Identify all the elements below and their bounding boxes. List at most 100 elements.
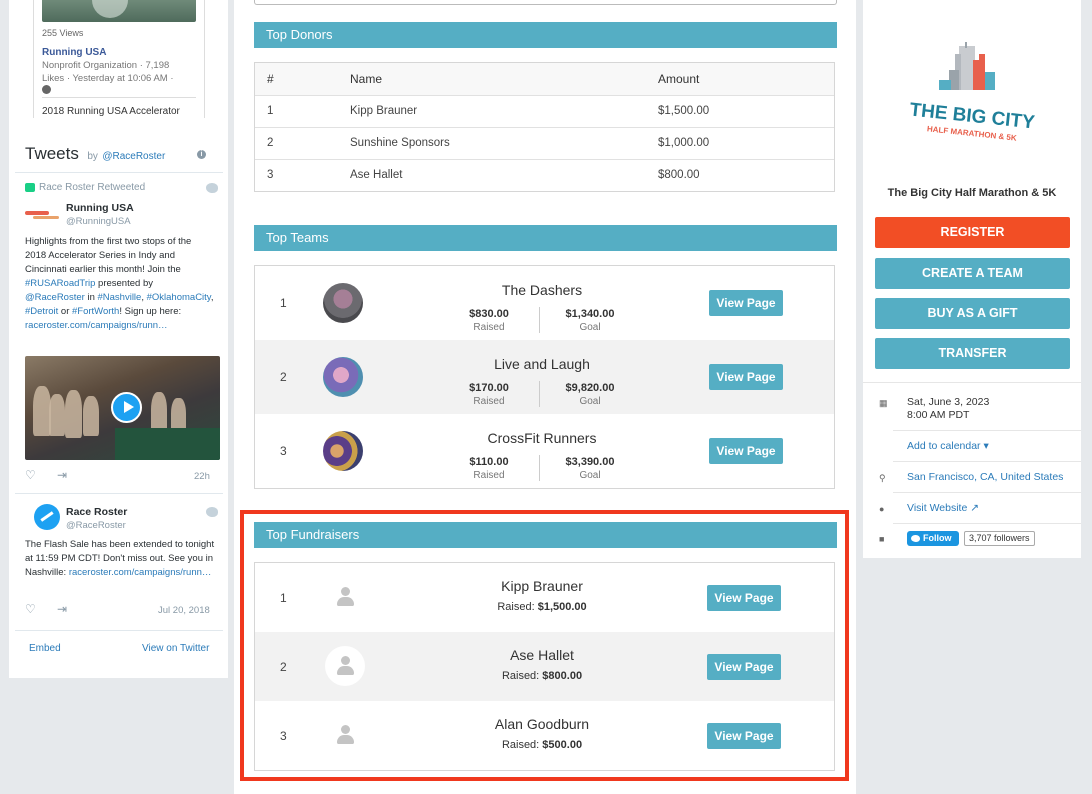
team-avatar[interactable] [323, 357, 363, 397]
team-rank: 3 [280, 444, 287, 458]
facebook-post-image[interactable] [42, 0, 196, 22]
share-icon[interactable]: ⇥ [57, 602, 67, 616]
tweet-link[interactable]: raceroster.com/campaigns/runn… [25, 320, 168, 331]
facebook-meta: Nonprofit Organization · 7,198 Likes · Y… [42, 60, 174, 84]
race-roster-avatar[interactable] [34, 504, 60, 530]
team-goal: $3,390.00 [565, 456, 615, 468]
team-row: 3 CrossFit Runners $110.00 Raised $3,390… [255, 414, 834, 488]
tweet-author-handle[interactable]: @RaceRoster [66, 520, 126, 531]
play-icon[interactable] [111, 392, 142, 423]
tweet-link[interactable]: raceroster.com/campaigns/runn… [69, 567, 212, 578]
running-usa-avatar[interactable] [25, 200, 61, 230]
view-on-twitter-link[interactable]: View on Twitter [142, 643, 209, 654]
donor-rank: 3 [267, 169, 274, 182]
hashtag-link[interactable]: #FortWorth [72, 306, 119, 317]
view-page-button[interactable]: View Page [709, 364, 783, 390]
tweet-text-part: in [87, 292, 95, 303]
tweet-video[interactable] [25, 356, 220, 460]
tweet-author-handle[interactable]: @RunningUSA [66, 216, 131, 227]
buy-gift-button[interactable]: BUY AS A GIFT [875, 298, 1070, 329]
tweet-author-name[interactable]: Running USA [66, 202, 134, 214]
retweet-label: Race Roster Retweeted [39, 182, 146, 193]
divider [893, 461, 1081, 462]
search-input[interactable] [254, 0, 837, 5]
team-raised: $110.00 [469, 456, 509, 468]
tweet-text-part: Sign up here: [124, 306, 182, 317]
tweets-by: by [87, 151, 98, 162]
share-icon[interactable]: ⇥ [57, 468, 67, 482]
table-header-row: # Name Amount [255, 63, 834, 96]
divider [893, 430, 1081, 431]
goal-label: Goal [579, 396, 601, 407]
team-avatar[interactable] [323, 283, 363, 323]
team-row: 2 Live and Laugh $170.00 Raised $9,820.0… [255, 340, 834, 414]
donor-name: Kipp Brauner [350, 95, 658, 128]
hashtag-link[interactable]: #OklahomaCity [147, 292, 211, 303]
column-header-name: Name [350, 63, 658, 96]
facebook-post-title[interactable]: 2018 Running USA Accelerator [42, 106, 180, 117]
mention-link[interactable]: @RaceRoster [25, 292, 85, 303]
tweet-author-name[interactable]: Race Roster [66, 506, 127, 518]
hashtag-link[interactable]: #Nashville [98, 292, 142, 303]
heart-icon[interactable]: ♡ [25, 468, 36, 482]
view-page-button[interactable]: View Page [709, 438, 783, 464]
team-goal: $1,340.00 [565, 308, 615, 320]
team-rank: 2 [280, 370, 287, 384]
embed-link[interactable]: Embed [29, 643, 61, 654]
highlight-box [240, 510, 849, 781]
team-name: CrossFit Runners [487, 430, 597, 446]
visit-website-label: Visit Website [907, 502, 968, 514]
tweet-text-part: Highlights from the first two stops of t… [25, 236, 192, 275]
calendar-icon: ▦ [879, 398, 888, 408]
add-to-calendar-link[interactable]: Add to calendar ▾ [907, 440, 989, 452]
top-teams-header: Top Teams [254, 225, 837, 251]
divider [15, 172, 223, 173]
followers-count[interactable]: 3,707 followers [964, 531, 1035, 546]
event-location-link[interactable]: San Francisco, CA, United States [907, 471, 1063, 483]
event-date: Sat, June 3, 2023 [907, 396, 990, 408]
globe-icon [42, 85, 51, 94]
divider [893, 492, 1081, 493]
info-icon[interactable]: i [197, 150, 206, 159]
facebook-widget: 255 Views Running USA Nonprofit Organiza… [33, 0, 205, 118]
twitter-bird-icon[interactable] [206, 507, 218, 517]
tweets-handle-link[interactable]: @RaceRoster [102, 151, 165, 162]
raised-label: Raised [473, 322, 505, 333]
event-name: The Big City Half Marathon & 5K [887, 187, 1057, 199]
column-header-rank: # [255, 63, 350, 96]
event-time: 8:00 AM PDT [907, 409, 970, 421]
tweet-time[interactable]: 22h [194, 471, 210, 482]
twitter-follow-button[interactable]: Follow [907, 531, 959, 546]
team-raised: $830.00 [469, 308, 509, 320]
event-logo: THE BIG CITY HALF MARATHON & 5K [909, 42, 1036, 143]
donor-rank: 1 [255, 95, 350, 128]
create-team-button[interactable]: CREATE A TEAM [875, 258, 1070, 289]
heart-icon[interactable]: ♡ [25, 602, 36, 616]
tweet-text-part: or [60, 306, 70, 317]
top-donors-table: # Name Amount 1 Kipp Brauner $1,500.00 2… [255, 63, 834, 191]
left-sidebar: 255 Views Running USA Nonprofit Organiza… [9, 0, 228, 678]
register-button[interactable]: REGISTER [875, 217, 1070, 248]
top-donors-header: Top Donors [254, 22, 837, 48]
divider [863, 382, 1081, 383]
divider [42, 97, 196, 98]
team-raised: $170.00 [469, 382, 509, 394]
donor-amount: $800.00 [658, 169, 700, 182]
tweet-time[interactable]: Jul 20, 2018 [158, 605, 210, 616]
donor-name: Ase Hallet [350, 169, 403, 182]
column-header-amount: Amount [658, 63, 834, 96]
transfer-button[interactable]: TRANSFER [875, 338, 1070, 369]
external-link-icon: ↗ [970, 502, 980, 514]
view-page-button[interactable]: View Page [709, 290, 783, 316]
hashtag-link[interactable]: #RUSARoadTrip [25, 278, 95, 289]
facebook-page-link[interactable]: Running USA [42, 47, 106, 58]
team-avatar[interactable] [323, 431, 363, 471]
hashtag-link[interactable]: #Detroit [25, 306, 58, 317]
divider [15, 630, 223, 631]
tweet-text-part: presented by [98, 278, 153, 289]
twitter-bird-icon[interactable] [206, 183, 218, 193]
visit-website-link[interactable]: Visit Website ↗ [907, 502, 979, 514]
table-row: 2 Sunshine Sponsors $1,000.00 [255, 127, 834, 160]
tweet-text: Highlights from the first two stops of t… [25, 236, 214, 331]
caret-down-icon: ▾ [983, 440, 989, 452]
